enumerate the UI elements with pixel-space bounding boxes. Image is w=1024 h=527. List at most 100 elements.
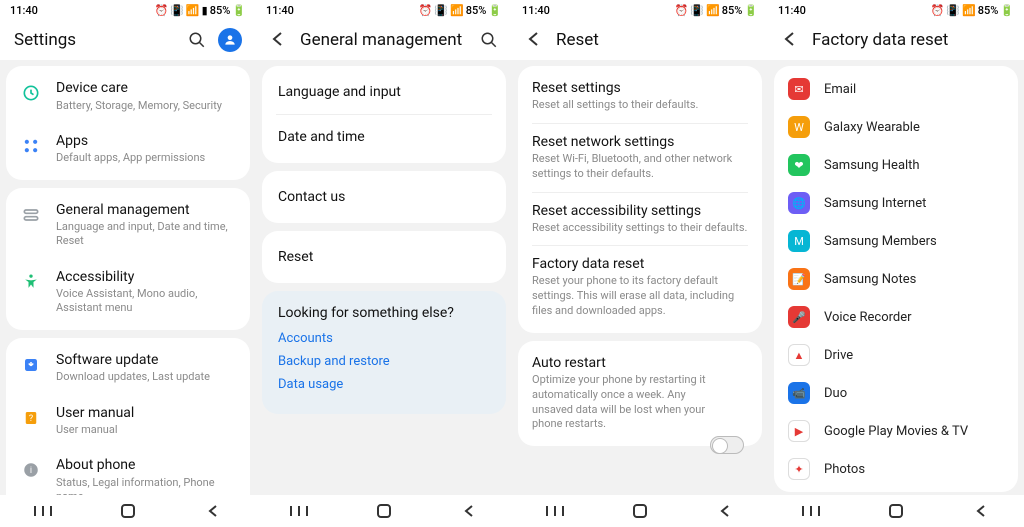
app-label: Photos	[824, 462, 865, 477]
about-icon: i	[20, 459, 42, 481]
app-icon: M	[788, 230, 810, 252]
header: Factory data reset	[768, 20, 1024, 60]
language-input-row[interactable]: Language and input	[262, 70, 506, 114]
date-time-row[interactable]: Date and time	[262, 115, 506, 159]
suggest-link-backup[interactable]: Backup and restore	[278, 354, 490, 369]
contact-us-row[interactable]: Contact us	[262, 175, 506, 219]
app-row: ▶ Google Play Movies & TV	[774, 412, 1018, 450]
app-label: Duo	[824, 386, 847, 401]
home-button[interactable]	[885, 500, 907, 522]
settings-row-about[interactable]: iAbout phoneStatus, Legal information, P…	[6, 447, 250, 495]
app-label: Voice Recorder	[824, 310, 912, 325]
battery-icon: 🔋	[1000, 4, 1014, 17]
general-icon	[20, 204, 42, 226]
app-icon: 🌐	[788, 192, 810, 214]
app-row: ✦ Photos	[774, 450, 1018, 488]
settings-row-accessibility[interactable]: AccessibilityVoice Assistant, Mono audio…	[6, 259, 250, 326]
recents-button[interactable]	[32, 500, 54, 522]
reset-item-sub: Reset Wi-Fi, Bluetooth, and other networ…	[532, 152, 748, 182]
home-button[interactable]	[117, 500, 139, 522]
suggest-link-data[interactable]: Data usage	[278, 377, 490, 392]
row-sub: Battery, Storage, Memory, Security	[56, 99, 236, 113]
reset-item-sub: Reset all settings to their defaults.	[532, 98, 748, 113]
settings-row-update[interactable]: Software updateDownload updates, Last up…	[6, 342, 250, 395]
alarm-icon: ⏰	[675, 4, 689, 17]
recents-button[interactable]	[288, 500, 310, 522]
app-icon: ✦	[788, 458, 810, 480]
nav-bar	[512, 495, 768, 527]
auto-restart-sub: Optimize your phone by restarting it aut…	[532, 373, 706, 432]
row-label: Device care	[56, 80, 236, 98]
app-icon: ▶	[788, 420, 810, 442]
app-label: Drive	[824, 348, 853, 363]
app-row: WGalaxy Wearable	[774, 108, 1018, 146]
header: General management	[256, 20, 512, 60]
device-care-icon	[20, 82, 42, 104]
wifi-icon: 📶	[706, 4, 720, 17]
back-icon[interactable]	[526, 31, 544, 49]
search-icon[interactable]	[480, 31, 498, 49]
settings-group: Software updateDownload updates, Last up…	[6, 338, 250, 495]
reset-item[interactable]: Reset accessibility settingsReset access…	[518, 193, 762, 246]
svg-text:i: i	[30, 466, 32, 476]
reset-item[interactable]: Factory data resetReset your phone to it…	[518, 246, 762, 329]
settings-row-manual[interactable]: ?User manualUser manual	[6, 395, 250, 448]
app-row: ▲Drive	[774, 336, 1018, 374]
wifi-icon: 📶	[962, 4, 976, 17]
app-row: ❤ Samsung Health	[774, 146, 1018, 184]
settings-row-general[interactable]: General managementLanguage and input, Da…	[6, 192, 250, 259]
reset-row[interactable]: Reset	[262, 235, 506, 279]
app-label: Samsung Internet	[824, 196, 926, 211]
app-label: Samsung Health	[824, 158, 920, 173]
home-button[interactable]	[373, 500, 395, 522]
status-bar: 11:40 ⏰ 📳 📶 ▮ 85% 🔋	[0, 0, 256, 20]
reset-item[interactable]: Reset settingsReset all settings to thei…	[518, 70, 762, 123]
back-icon[interactable]	[782, 31, 800, 49]
battery-pct: 85%	[210, 4, 231, 17]
vibrate-icon: 📳	[946, 4, 960, 17]
account-avatar[interactable]	[218, 28, 242, 52]
vibrate-icon: 📳	[690, 4, 704, 17]
auto-restart-toggle[interactable]	[710, 436, 744, 454]
row-sub: User manual	[56, 423, 236, 437]
settings-list: Device careBattery, Storage, Memory, Sec…	[0, 60, 256, 495]
auto-restart-label: Auto restart	[532, 355, 706, 371]
settings-row-apps[interactable]: AppsDefault apps, App permissions	[6, 123, 250, 176]
app-label: Google Play Movies & TV	[824, 424, 968, 439]
reset-item[interactable]: Reset network settings Reset Wi-Fi, Bluet…	[518, 124, 762, 192]
reset-item-label: Reset network settings	[532, 134, 748, 150]
app-list-card: ✉EmailWGalaxy Wearable❤Samsung Health🌐Sa…	[774, 66, 1018, 492]
recents-button[interactable]	[800, 500, 822, 522]
nav-bar	[256, 495, 512, 527]
reset-item-sub: Reset accessibility settings to their de…	[532, 221, 748, 236]
status-icons: ⏰ 📳 📶 85% 🔋	[931, 4, 1014, 17]
gm-card-2: Contact us	[262, 171, 506, 223]
back-button[interactable]	[970, 500, 992, 522]
auto-restart-row[interactable]: Auto restart Optimize your phone by rest…	[518, 345, 762, 442]
suggest-head: Looking for something else?	[278, 305, 490, 321]
search-icon[interactable]	[188, 31, 206, 49]
battery-icon: 🔋	[232, 4, 246, 17]
status-time: 11:40	[10, 4, 38, 17]
alarm-icon: ⏰	[931, 4, 945, 17]
app-icon: ❤	[788, 154, 810, 176]
battery-pct: 85%	[466, 4, 487, 17]
status-bar: 11:40 ⏰ 📳 📶 85% 🔋	[512, 0, 768, 20]
battery-pct: 85%	[722, 4, 743, 17]
back-icon[interactable]	[270, 31, 288, 49]
app-label: Galaxy Wearable	[824, 120, 920, 135]
home-button[interactable]	[629, 500, 651, 522]
suggest-link-accounts[interactable]: Accounts	[278, 331, 490, 346]
factory-content: ✉EmailWGalaxy Wearable❤Samsung Health🌐Sa…	[768, 60, 1024, 495]
back-button[interactable]	[458, 500, 480, 522]
status-bar: 11:40 ⏰ 📳 📶 85% 🔋	[768, 0, 1024, 20]
back-button[interactable]	[714, 500, 736, 522]
status-time: 11:40	[778, 4, 806, 17]
back-button[interactable]	[202, 500, 224, 522]
screen-factory-reset: 11:40 ⏰ 📳 📶 85% 🔋 Factory data reset ✉Em…	[768, 0, 1024, 527]
recents-button[interactable]	[544, 500, 566, 522]
signal-icon: ▮	[202, 4, 208, 17]
gm-card-1: Language and input Date and time	[262, 66, 506, 163]
settings-row-device-care[interactable]: Device careBattery, Storage, Memory, Sec…	[6, 70, 250, 123]
screen-general-management: 11:40 ⏰ 📳 📶 85% 🔋 General management Lan…	[256, 0, 512, 527]
